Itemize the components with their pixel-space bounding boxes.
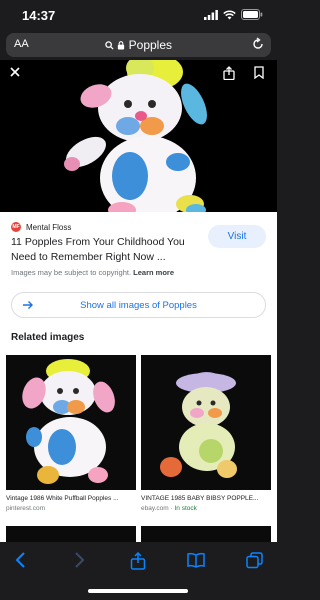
related-item[interactable]: VINTAGE 1985 BABY BIBSY POPPLE... ebay.c… [141, 355, 271, 512]
source-row[interactable]: MF Mental Floss [11, 222, 71, 232]
status-bar: 14:37 [0, 0, 277, 30]
plush-toy-thumbnail [22, 359, 115, 484]
main-image[interactable] [0, 60, 277, 212]
search-icon [105, 41, 114, 50]
source-logo: MF [11, 222, 21, 232]
result-card: MF Mental Floss Visit 11 Popples From Yo… [0, 212, 277, 542]
back-icon[interactable] [14, 552, 28, 568]
clock: 14:37 [22, 8, 56, 23]
tabs-icon[interactable] [246, 552, 263, 569]
bookmarks-icon[interactable] [187, 552, 205, 568]
related-image[interactable] [141, 355, 271, 490]
battery-icon [241, 9, 263, 20]
show-all-button[interactable]: Show all images of Popples [11, 292, 266, 318]
related-image-partial[interactable] [6, 526, 136, 542]
copyright-notice: Images may be subject to copyright. Lear… [11, 268, 174, 277]
related-caption[interactable]: Vintage 1986 White Puffball Popples ... [6, 495, 136, 502]
home-indicator[interactable] [88, 589, 188, 593]
visit-button[interactable]: Visit [208, 225, 266, 248]
bookmark-icon[interactable] [254, 66, 264, 79]
related-item[interactable]: Vintage 1986 White Puffball Popples ... … [6, 355, 136, 512]
related-site: pinterest.com [6, 505, 46, 512]
url-display[interactable]: Popples [6, 38, 271, 52]
address-bar[interactable]: AA Popples [6, 33, 271, 57]
show-all-label: Show all images of Popples [80, 300, 197, 311]
source-name: Mental Floss [26, 222, 72, 232]
stock-badge: In stock [174, 505, 197, 512]
wifi-icon [223, 10, 236, 19]
share-icon[interactable] [223, 66, 235, 80]
related-caption[interactable]: VINTAGE 1985 BABY BIBSY POPPLE... [141, 495, 271, 502]
result-title[interactable]: 11 Popples From Your Childhood You Need … [11, 235, 206, 265]
forward-icon[interactable] [72, 552, 86, 568]
related-site-name: ebay.com [141, 505, 169, 512]
url-site-label: Popples [128, 38, 173, 52]
status-icons [204, 9, 263, 20]
reload-icon[interactable] [251, 37, 265, 51]
related-heading: Related images [11, 332, 85, 343]
related-image[interactable] [6, 355, 136, 490]
plush-toy-image [0, 60, 277, 212]
related-site: ebay.com · In stock [141, 505, 271, 512]
signal-icon [204, 9, 218, 20]
plush-toy-thumbnail [160, 371, 237, 478]
related-image-partial[interactable] [141, 526, 271, 542]
copyright-text: Images may be subject to copyright. [11, 268, 132, 277]
learn-more-link[interactable]: Learn more [133, 268, 174, 277]
close-icon[interactable] [9, 66, 21, 78]
share-icon[interactable] [130, 552, 146, 570]
lock-icon [118, 41, 125, 50]
